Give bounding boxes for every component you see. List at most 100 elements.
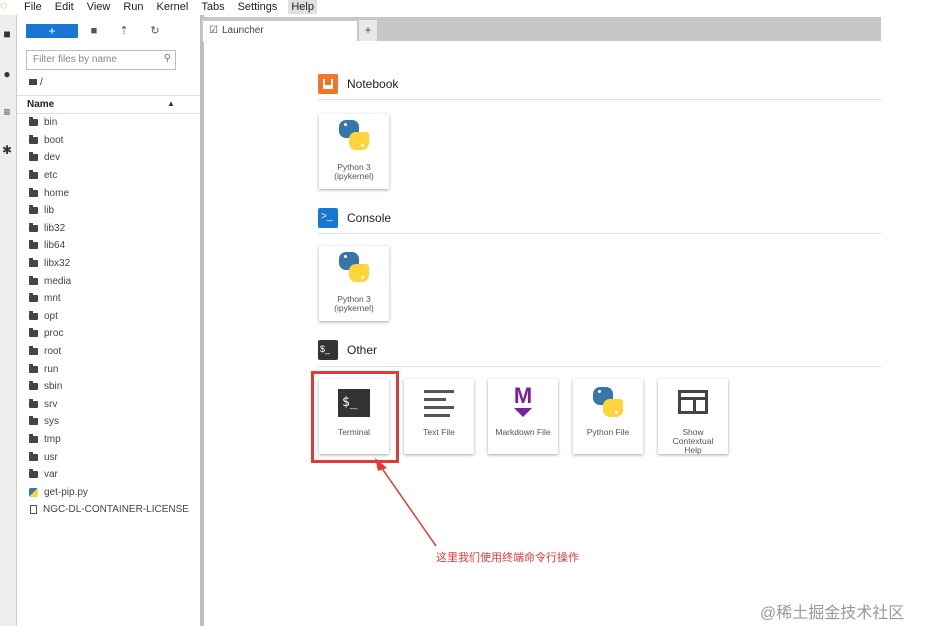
file-list-item[interactable]: usr	[17, 448, 200, 466]
file-list-item[interactable]: home	[17, 184, 200, 202]
root-folder-icon	[29, 79, 37, 85]
file-list-item[interactable]: get-pip.py	[17, 483, 200, 501]
menu-kernel[interactable]: Kernel	[155, 0, 191, 14]
python-file-card[interactable]: Python File	[573, 379, 643, 454]
menu-edit[interactable]: Edit	[53, 0, 76, 14]
divider	[318, 99, 881, 100]
folder-icon	[29, 469, 38, 479]
left-sidebar: ■ ● ≡ ✱	[0, 15, 17, 626]
folder-icon	[29, 433, 38, 443]
tab-launcher[interactable]: ☑ Launcher	[203, 20, 357, 42]
file-name: libx32	[44, 258, 71, 270]
divider	[318, 233, 881, 234]
annotation-arrow	[375, 458, 437, 547]
file-name: lib64	[44, 240, 66, 252]
file-name: sbin	[44, 381, 63, 393]
running-icon[interactable]: ●	[0, 67, 14, 81]
file-browser: + ■ ⇡ ↻ Filter files by name ⚲ / Name ▲ …	[17, 15, 204, 626]
contextual-help-card[interactable]: Show Contextual Help	[658, 379, 728, 455]
file-list-item[interactable]: root	[17, 343, 200, 361]
folder-icon	[29, 398, 38, 408]
folder-icon	[29, 293, 38, 303]
menu-run[interactable]: Run	[121, 0, 145, 14]
menu-help[interactable]: Help	[288, 0, 317, 14]
file-list-item[interactable]: lib32	[17, 220, 200, 238]
file-name: etc	[44, 170, 58, 182]
notebook-icon	[318, 74, 338, 94]
folder-icon	[29, 310, 38, 320]
file-list-item[interactable]: lib64	[17, 237, 200, 255]
folder-icon	[29, 205, 38, 215]
folder-icon[interactable]: ■	[0, 27, 14, 41]
card-label: Help	[684, 445, 702, 455]
extension-icon[interactable]: ✱	[0, 143, 14, 157]
file-name: sys	[44, 416, 59, 428]
file-list-item[interactable]: libx32	[17, 255, 200, 273]
file-list-item[interactable]: mnt	[17, 290, 200, 308]
filter-placeholder: Filter files by name	[33, 54, 117, 65]
file-name: lib32	[44, 222, 66, 234]
menu-settings[interactable]: Settings	[236, 0, 280, 14]
contextual-help-icon	[678, 390, 708, 414]
file-name: proc	[44, 328, 64, 340]
file-list-header[interactable]: Name ▲	[17, 95, 200, 114]
markdown-file-card[interactable]: M Markdown File	[488, 379, 558, 454]
jupyter-logo-icon: ◌	[0, 0, 8, 12]
folder-icon	[29, 187, 38, 197]
file-list-item[interactable]: var	[17, 466, 200, 484]
divider	[318, 366, 881, 367]
folder-icon	[29, 117, 38, 127]
file-name: tmp	[44, 433, 61, 445]
file-list-item[interactable]: bin	[17, 114, 200, 132]
filter-input[interactable]: Filter files by name ⚲	[26, 50, 176, 70]
file-name: media	[44, 275, 72, 287]
file-name: root	[44, 346, 62, 358]
folder-icon	[29, 328, 38, 338]
file-list-item[interactable]: etc	[17, 167, 200, 185]
file-name: dev	[44, 152, 61, 164]
upload-icon[interactable]: ⇡	[117, 24, 131, 38]
breadcrumb[interactable]: /	[29, 77, 43, 88]
file-name: srv	[44, 398, 58, 410]
menu-tabs[interactable]: Tabs	[199, 0, 226, 14]
python-logo-icon	[339, 120, 369, 150]
menu-view[interactable]: View	[85, 0, 113, 14]
card-label: Python File	[586, 427, 630, 437]
add-tab-button[interactable]: +	[359, 20, 377, 41]
file-list-item[interactable]: NGC-DL-CONTAINER-LICENSE	[17, 501, 200, 519]
text-file-icon	[424, 390, 454, 418]
file-list-item[interactable]: run	[17, 360, 200, 378]
file-name: mnt	[44, 293, 61, 305]
refresh-icon[interactable]: ↻	[148, 24, 162, 38]
card-sublabel: (ipykernel)	[334, 171, 374, 181]
python-logo-icon	[339, 252, 369, 282]
other-terminal-icon: $_	[318, 340, 338, 360]
menu-file[interactable]: File	[22, 0, 44, 14]
console-python3-card[interactable]: Python 3 (ipykernel)	[319, 246, 389, 321]
new-folder-icon[interactable]: ■	[87, 24, 101, 38]
new-launcher-button[interactable]: +	[26, 24, 78, 38]
file-list-item[interactable]: boot	[17, 132, 200, 150]
text-file-card[interactable]: Text File	[404, 379, 474, 454]
file-list-item[interactable]: tmp	[17, 431, 200, 449]
file-name: home	[44, 187, 70, 199]
name-column-header[interactable]: Name	[27, 99, 54, 110]
folder-icon	[29, 258, 38, 268]
toc-icon[interactable]: ≡	[0, 105, 14, 119]
console-section-title: Console	[347, 211, 392, 225]
breadcrumb-root[interactable]: /	[40, 77, 43, 88]
file-list-item[interactable]: sbin	[17, 378, 200, 396]
file-list-item[interactable]: media	[17, 272, 200, 290]
folder-icon	[29, 222, 38, 232]
sort-caret-icon[interactable]: ▲	[167, 99, 175, 108]
file-list-item[interactable]: dev	[17, 149, 200, 167]
file-list-item[interactable]: srv	[17, 396, 200, 414]
file-list-item[interactable]: sys	[17, 413, 200, 431]
folder-icon	[29, 381, 38, 391]
annotation-text: 这里我们使用终端命令行操作	[436, 552, 579, 564]
notebook-python3-card[interactable]: Python 3 (ipykernel)	[319, 114, 389, 189]
file-list-item[interactable]: opt	[17, 308, 200, 326]
file-list-item[interactable]: proc	[17, 325, 200, 343]
folder-icon	[29, 170, 38, 180]
file-list-item[interactable]: lib	[17, 202, 200, 220]
